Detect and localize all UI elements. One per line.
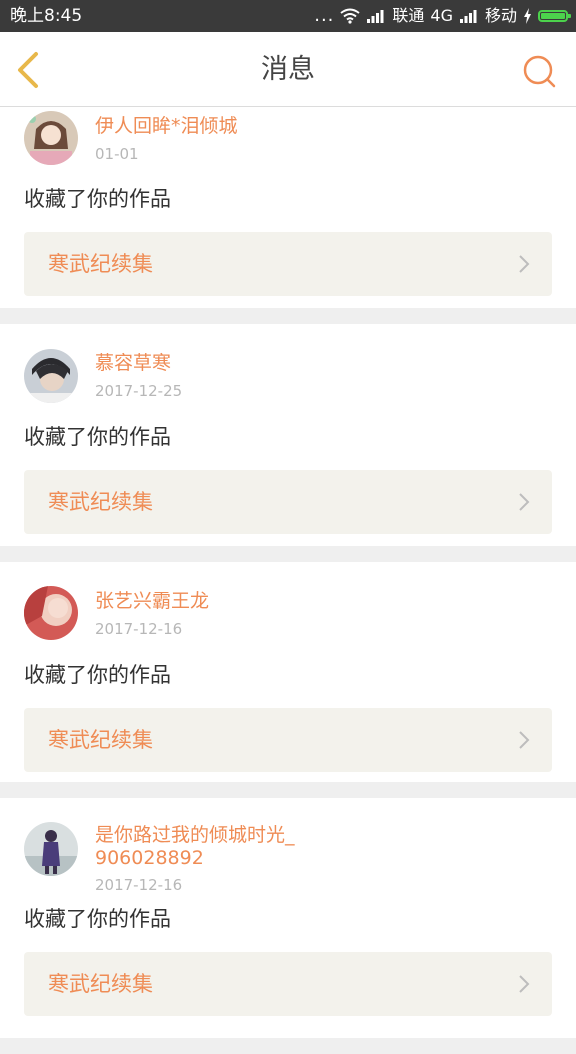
work-link[interactable]: 寒武纪续集 <box>24 232 552 296</box>
action-text: 收藏了你的作品 <box>24 425 171 449</box>
status-bar: 晚上8:45 ... 联通 4G 移动 <box>0 0 576 32</box>
carrier-2: 移动 <box>484 6 517 25</box>
action-text: 收藏了你的作品 <box>24 907 171 931</box>
status-time: 晚上8:45 <box>10 6 83 26</box>
action-text: 收藏了你的作品 <box>24 663 171 687</box>
work-link[interactable]: 寒武纪续集 <box>24 952 552 1016</box>
chevron-right-icon <box>519 255 530 273</box>
message-card: 伊人回眸*泪倾城 01-01 收藏了你的作品 寒武纪续集 <box>0 107 576 308</box>
chevron-right-icon <box>519 731 530 749</box>
message-header: 伊人回眸*泪倾城 01-01 <box>0 107 576 165</box>
action-text: 收藏了你的作品 <box>24 187 171 211</box>
message-card: 慕容草寒 2017-12-25 收藏了你的作品 寒武纪续集 <box>0 324 576 546</box>
work-title: 寒武纪续集 <box>48 490 153 514</box>
carrier-1: 联通 <box>392 6 425 25</box>
network-type: 4G <box>430 6 453 25</box>
message-list: 伊人回眸*泪倾城 01-01 收藏了你的作品 寒武纪续集 慕容草寒 2017-1… <box>0 107 576 1054</box>
message-card: 张艺兴霸王龙 2017-12-16 收藏了你的作品 寒武纪续集 <box>0 562 576 782</box>
avatar[interactable] <box>24 349 78 403</box>
work-title: 寒武纪续集 <box>48 252 153 276</box>
signal-icon <box>459 10 477 23</box>
message-header: 慕容草寒 2017-12-25 <box>0 324 576 403</box>
message-card: 是你路过我的倾城时光_906028892 2017-12-16 收藏了你的作品 … <box>0 798 576 1038</box>
work-link[interactable]: 寒武纪续集 <box>24 708 552 772</box>
user-name[interactable]: 慕容草寒 <box>95 352 495 375</box>
user-name[interactable]: 是你路过我的倾城时光_906028892 <box>95 824 300 870</box>
user-name[interactable]: 张艺兴霸王龙 <box>95 590 495 613</box>
work-title: 寒武纪续集 <box>48 728 153 752</box>
work-link[interactable]: 寒武纪续集 <box>24 470 552 534</box>
avatar[interactable] <box>24 822 78 876</box>
message-header: 是你路过我的倾城时光_906028892 2017-12-16 <box>0 798 576 898</box>
chevron-right-icon <box>519 493 530 511</box>
signal-icon <box>367 10 384 23</box>
post-date: 2017-12-16 <box>95 620 183 638</box>
work-title: 寒武纪续集 <box>48 972 153 996</box>
status-indicators: ... 联通 4G 移动 <box>308 5 571 27</box>
nav-bar: 消息 <box>0 32 576 107</box>
chevron-right-icon <box>519 975 530 993</box>
charging-icon <box>524 8 531 24</box>
page-title: 消息 <box>261 54 315 85</box>
battery-level <box>541 13 565 19</box>
user-name[interactable]: 伊人回眸*泪倾城 <box>95 115 495 138</box>
avatar[interactable] <box>24 111 78 165</box>
message-header: 张艺兴霸王龙 2017-12-16 <box>0 562 576 641</box>
post-date: 01-01 <box>95 145 139 163</box>
wifi-icon <box>340 8 361 24</box>
battery-icon <box>538 10 571 22</box>
avatar[interactable] <box>24 586 78 640</box>
search-icon[interactable] <box>522 54 556 88</box>
post-date: 2017-12-25 <box>95 382 183 400</box>
more-dots: ... <box>314 5 335 26</box>
post-date: 2017-12-16 <box>95 876 183 894</box>
